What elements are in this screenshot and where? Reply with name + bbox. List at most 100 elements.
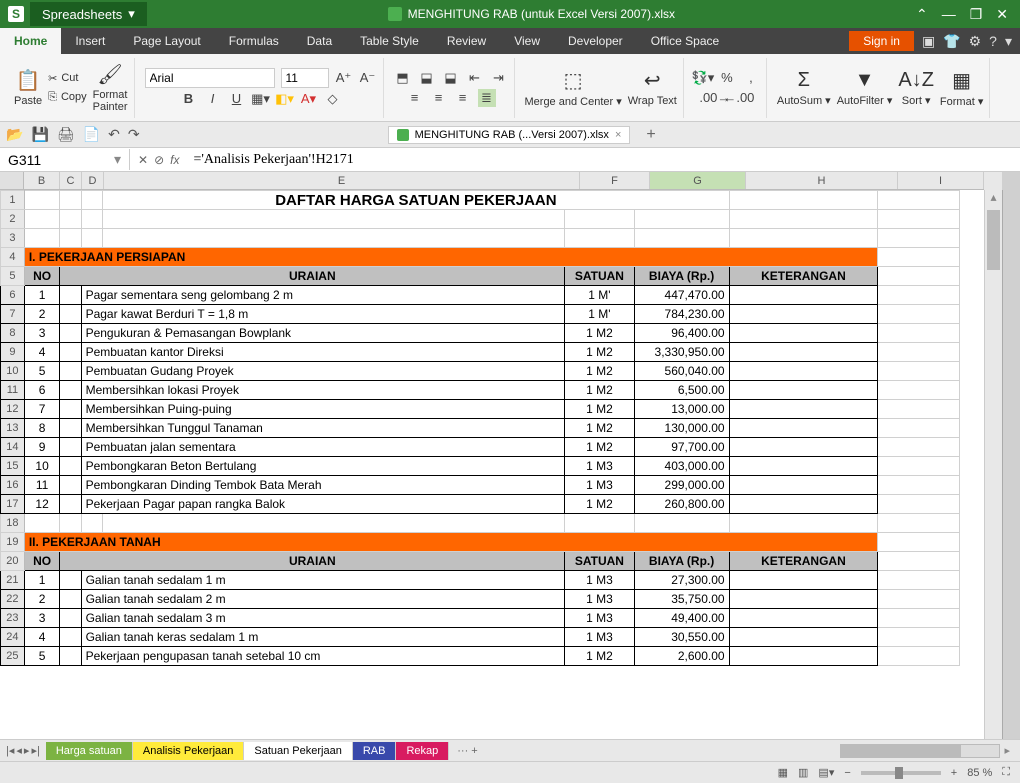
status-bar: ▦ ▥ ▤▾ − + 85 % ⛶ [0, 761, 1020, 783]
select-all-corner[interactable] [0, 172, 24, 190]
copy-button[interactable]: ⎘ Copy [48, 91, 87, 104]
merge-center-button[interactable]: ⬚Merge and Center ▾ [525, 68, 622, 108]
side-panel[interactable] [1002, 190, 1020, 739]
sheet-tab-harga-satuan[interactable]: Harga satuan [46, 742, 133, 760]
tab-page-layout[interactable]: Page Layout [119, 28, 214, 54]
cut-button[interactable]: ✂ Cut [48, 72, 87, 85]
comma-icon[interactable]: , [742, 69, 760, 87]
minimize-button[interactable]: — [942, 6, 956, 22]
close-button[interactable]: ✕ [996, 6, 1008, 23]
prev-sheet-icon[interactable]: ◂ [16, 744, 22, 757]
reading-layout-icon[interactable]: ▤▾ [818, 766, 834, 779]
settings-icon[interactable]: ⚙ [969, 33, 982, 50]
vertical-scrollbar[interactable]: ▴ [984, 190, 1002, 739]
ribbon: 📋Paste ✂ Cut ⎘ Copy 🖌Format Painter A⁺ A… [0, 54, 1020, 122]
formula-input[interactable]: ='Analisis Pekerjaan'!H2171 [187, 150, 1020, 170]
ribbon-collapse-icon[interactable]: ⌃ [916, 6, 928, 23]
tab-office-space[interactable]: Office Space [637, 28, 733, 54]
tab-developer[interactable]: Developer [554, 28, 637, 54]
fill-color-button[interactable]: ◧▾ [276, 90, 294, 108]
tab-view[interactable]: View [500, 28, 554, 54]
document-tab[interactable]: MENGHITUNG RAB (...Versi 2007).xlsx × [388, 126, 631, 144]
align-middle-icon[interactable]: ⬓ [418, 69, 436, 87]
first-sheet-icon[interactable]: |◂ [6, 744, 14, 757]
fullscreen-icon[interactable]: ⛶ [1002, 766, 1010, 779]
justify-icon[interactable]: ≣ [478, 89, 496, 107]
open-icon[interactable]: 📂 [6, 126, 23, 143]
decrease-font-icon[interactable]: A⁻ [359, 69, 377, 87]
app-menu[interactable]: Spreadsheets▾ [30, 2, 147, 26]
currency-icon[interactable]: 💱▾ [694, 69, 712, 87]
sheet-tab-satuan[interactable]: Satuan Pekerjaan [244, 742, 352, 760]
theme-icon[interactable]: 👕 [943, 33, 960, 50]
add-sheet-button[interactable]: ··· + [449, 745, 485, 757]
undo-icon[interactable]: ↶ [108, 126, 120, 143]
font-name-select[interactable] [145, 68, 275, 88]
autosum-button[interactable]: ΣAutoSum ▾ [777, 69, 831, 107]
help-icon[interactable]: ? [989, 33, 997, 49]
app-icon: S [8, 6, 24, 22]
restore-button[interactable]: ❐ [970, 6, 983, 23]
align-bottom-icon[interactable]: ⬓ [442, 69, 460, 87]
view-normal-icon[interactable]: ▦ [778, 766, 788, 779]
font-color-button[interactable]: A▾ [300, 90, 318, 108]
next-sheet-icon[interactable]: ▸ [24, 744, 30, 757]
decrease-decimal-icon[interactable]: ←.00 [730, 89, 748, 107]
align-right-icon[interactable]: ≡ [454, 89, 472, 107]
accept-formula-icon[interactable]: ⊘ [154, 153, 164, 167]
redo-icon[interactable]: ↷ [128, 126, 140, 143]
fx-icon[interactable]: fx [170, 153, 179, 167]
horizontal-scrollbar[interactable] [840, 744, 1000, 758]
sort-button[interactable]: A↓ZSort ▾ [898, 69, 934, 107]
zoom-in-button[interactable]: + [951, 767, 957, 779]
save-icon[interactable]: 💾 [31, 126, 48, 143]
increase-decimal-icon[interactable]: .00→ [706, 89, 724, 107]
bold-button[interactable]: B [180, 90, 198, 108]
tab-table-style[interactable]: Table Style [346, 28, 433, 54]
tab-review[interactable]: Review [433, 28, 500, 54]
spreadsheet-grid[interactable]: 1DAFTAR HARGA SATUAN PEKERJAAN234I. PEKE… [0, 190, 984, 739]
print-icon[interactable]: 🖨 [57, 126, 75, 143]
italic-button[interactable]: I [204, 90, 222, 108]
tab-insert[interactable]: Insert [61, 28, 119, 54]
sheet-tab-analisis[interactable]: Analisis Pekerjaan [133, 742, 245, 760]
tab-close-icon[interactable]: × [615, 129, 621, 141]
format-button[interactable]: ▦Format ▾ [940, 68, 983, 108]
column-headers[interactable]: BC DE FG HI [24, 172, 984, 190]
sheet-tab-rab[interactable]: RAB [353, 742, 397, 760]
zoom-level[interactable]: 85 % [967, 767, 992, 779]
increase-font-icon[interactable]: A⁺ [335, 69, 353, 87]
tab-home[interactable]: Home [0, 28, 61, 54]
tab-data[interactable]: Data [293, 28, 346, 54]
new-tab-button[interactable]: + [646, 126, 655, 144]
skin-icon[interactable]: ▣ [922, 33, 935, 50]
tab-formulas[interactable]: Formulas [215, 28, 293, 54]
align-top-icon[interactable]: ⬒ [394, 69, 412, 87]
decrease-indent-icon[interactable]: ⇤ [466, 69, 484, 87]
wrap-text-button[interactable]: ↩Wrap Text [628, 68, 677, 107]
format-painter-button[interactable]: 🖌Format Painter [93, 62, 128, 113]
align-left-icon[interactable]: ≡ [406, 89, 424, 107]
paste-button[interactable]: 📋Paste [14, 68, 42, 107]
name-box[interactable]: G311▾ [0, 149, 130, 170]
signin-button[interactable]: Sign in [849, 31, 914, 51]
increase-indent-icon[interactable]: ⇥ [490, 69, 508, 87]
view-layout-icon[interactable]: ▥ [798, 766, 808, 779]
menu-dropdown-icon[interactable]: ▾ [1005, 33, 1012, 50]
percent-icon[interactable]: % [718, 69, 736, 87]
borders-button[interactable]: ▦▾ [252, 90, 270, 108]
align-center-icon[interactable]: ≡ [430, 89, 448, 107]
last-sheet-icon[interactable]: ▸| [31, 744, 39, 757]
zoom-out-button[interactable]: − [844, 767, 850, 779]
zoom-slider[interactable] [861, 771, 941, 775]
doc-icon [388, 7, 402, 21]
underline-button[interactable]: U [228, 90, 246, 108]
sheet-tab-rekap[interactable]: Rekap [396, 742, 449, 760]
print-preview-icon[interactable]: 📄 [83, 126, 100, 143]
cancel-formula-icon[interactable]: ✕ [138, 153, 148, 167]
autofilter-button[interactable]: ▼AutoFilter ▾ [837, 69, 893, 107]
font-size-select[interactable] [281, 68, 329, 88]
clear-format-button[interactable]: ◇ [324, 90, 342, 108]
titlebar: S Spreadsheets▾ MENGHITUNG RAB (untuk Ex… [0, 0, 1020, 28]
window-title: MENGHITUNG RAB (untuk Excel Versi 2007).… [147, 7, 916, 21]
